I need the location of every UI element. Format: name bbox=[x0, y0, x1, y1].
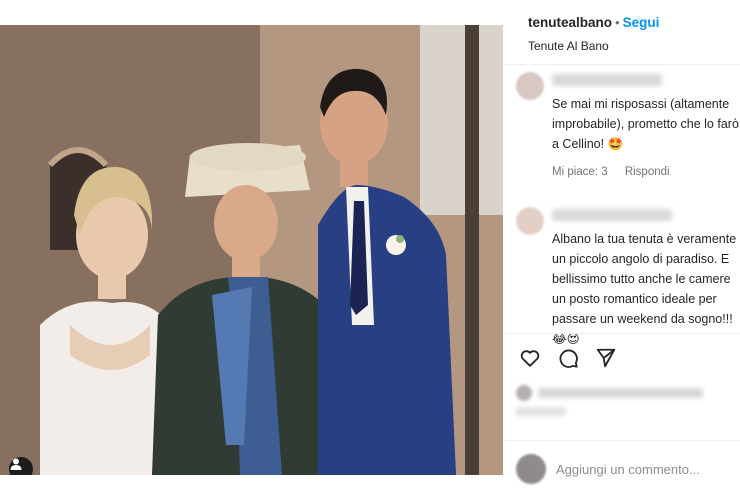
comment-item: Se mai mi risposassi (altamente improbab… bbox=[516, 72, 740, 182]
comment-icon[interactable] bbox=[556, 346, 580, 370]
reply-button[interactable]: Rispondi bbox=[625, 166, 670, 178]
person-tag-icon[interactable] bbox=[9, 457, 33, 475]
header-divider bbox=[504, 64, 740, 65]
post-header: tenutealbano • Segui Tenute Al Bano bbox=[528, 14, 659, 53]
post-photo[interactable] bbox=[0, 25, 503, 475]
post-side-panel: tenutealbano • Segui Tenute Al Bano Se mai… bbox=[504, 0, 740, 500]
location-link[interactable]: Tenute Al Bano bbox=[528, 39, 659, 53]
commenter-name-blurred[interactable] bbox=[552, 209, 672, 221]
commenter-name-blurred[interactable] bbox=[552, 74, 662, 86]
username-link[interactable]: tenutealbano bbox=[528, 15, 612, 30]
likes-summary-blurred[interactable] bbox=[516, 384, 712, 402]
composer-divider bbox=[504, 440, 740, 441]
share-icon[interactable] bbox=[594, 346, 618, 370]
comment-item: Albano la tua tenuta è veramente un picc… bbox=[516, 207, 740, 346]
commenter-avatar[interactable] bbox=[516, 72, 544, 100]
separator-dot: • bbox=[615, 15, 620, 30]
comment-meta: Mi piace: 3 Rispondi bbox=[552, 166, 684, 178]
follow-button[interactable]: Segui bbox=[623, 15, 660, 30]
comment-text: Albano la tua tenuta è veramente un picc… bbox=[552, 232, 737, 346]
post-date-blurred bbox=[516, 407, 566, 416]
comments-divider bbox=[504, 333, 740, 334]
comment-composer: Aggiungi un commento... bbox=[516, 452, 740, 488]
viewer-avatar bbox=[516, 454, 546, 484]
comment-likes[interactable]: Mi piace: 3 bbox=[552, 166, 608, 178]
comment-input[interactable]: Aggiungi un commento... bbox=[556, 462, 700, 477]
post-actions bbox=[518, 346, 618, 370]
commenter-avatar[interactable] bbox=[516, 207, 544, 235]
comment-text: Se mai mi risposassi (altamente improbab… bbox=[552, 97, 739, 151]
wedding-photo-illustration bbox=[0, 25, 503, 475]
heart-icon[interactable] bbox=[518, 346, 542, 370]
